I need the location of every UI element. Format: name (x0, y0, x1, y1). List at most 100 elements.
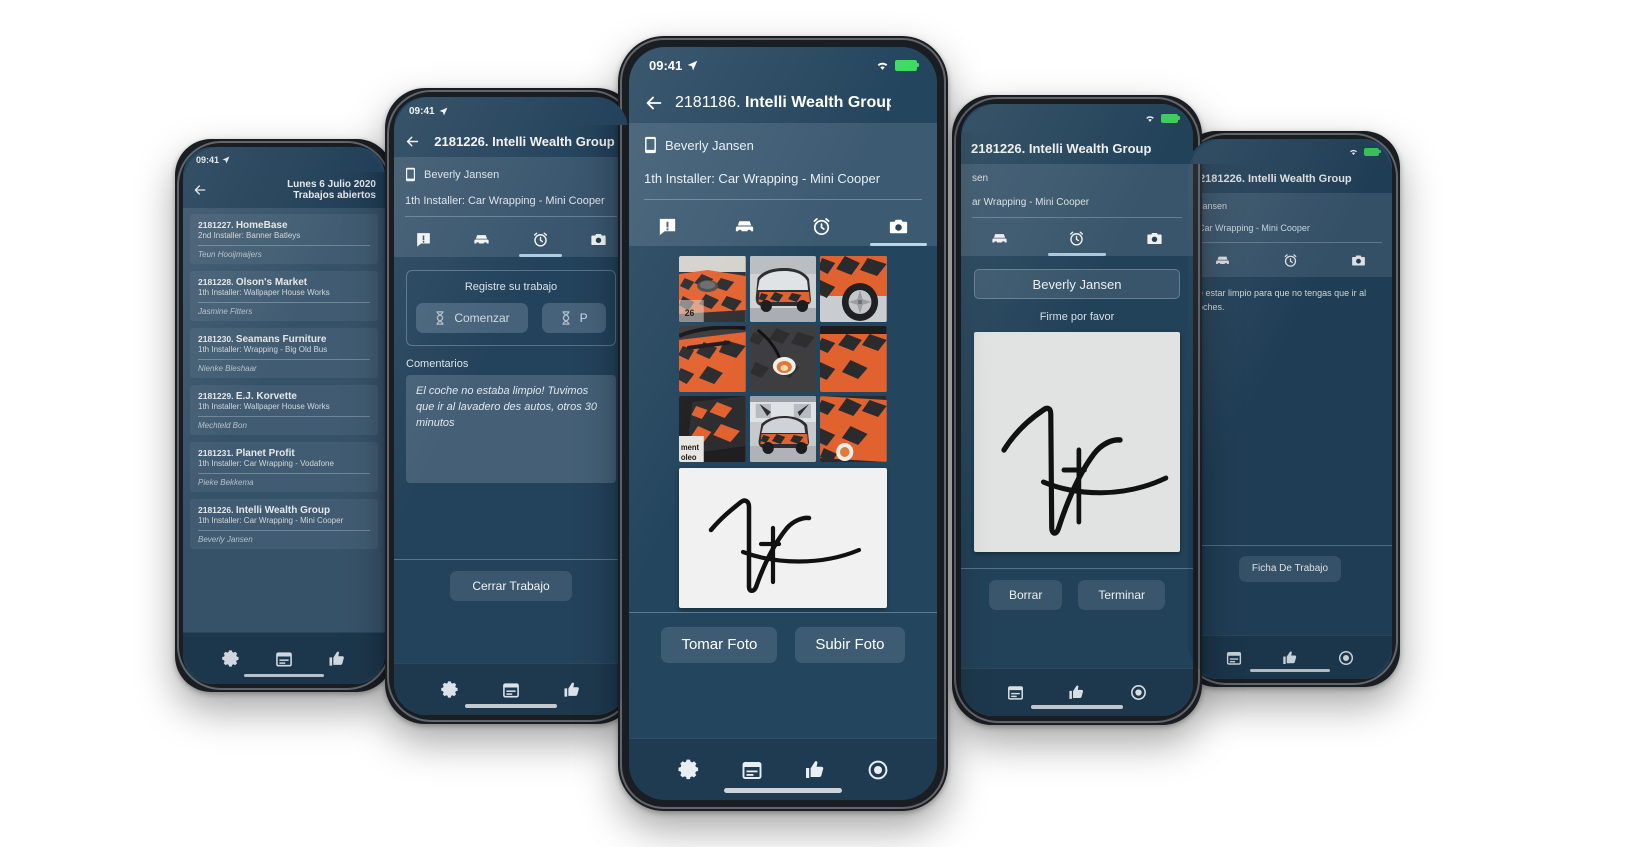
svg-text:26: 26 (685, 308, 695, 318)
tab-alarm[interactable] (1256, 246, 1324, 277)
comenzar-button[interactable]: Comenzar (416, 303, 528, 333)
tab-camera[interactable] (1324, 246, 1392, 277)
mobile-phone-icon (406, 167, 415, 182)
wifi-icon (877, 62, 888, 70)
status-time: 09:41 (196, 154, 220, 165)
gear-icon[interactable] (221, 649, 241, 669)
thumbs-up-icon[interactable] (1067, 683, 1086, 702)
record-circle-icon[interactable] (866, 758, 890, 782)
car-icon (735, 221, 754, 232)
timer-caption: Registre su trabajo (464, 281, 558, 293)
signature-pad[interactable] (974, 332, 1180, 552)
record-circle-icon[interactable] (1129, 683, 1148, 702)
photo-thumbnail[interactable] (820, 326, 887, 392)
svg-text:ment: ment (681, 443, 700, 452)
terminar-button[interactable]: Terminar (1078, 579, 1166, 610)
phone5-contact: Jansen (1198, 201, 1228, 211)
car-wrap-photo (820, 396, 887, 462)
camera-icon (1147, 232, 1162, 245)
comentarios-label: Comentarios (406, 358, 469, 370)
car-icon (992, 234, 1007, 243)
car-wrap-photo: ment oleo (679, 396, 746, 462)
camera-icon (591, 233, 606, 246)
message-alert-icon (416, 233, 430, 247)
photo-thumbnail[interactable]: ment oleo (679, 396, 746, 462)
hourglass-icon (436, 311, 444, 325)
job-list-item[interactable]: 2181230. Seamans Furniture 1th Installer… (190, 328, 378, 378)
tab-alarm[interactable] (511, 224, 570, 257)
photo-thumbnail[interactable] (820, 396, 887, 462)
phone5-note: e estar limpio para que no tengas que ir… (1198, 288, 1367, 312)
back-arrow-icon[interactable] (192, 182, 208, 198)
signature-stroke (1001, 405, 1169, 536)
photo-thumbnail[interactable] (749, 326, 817, 392)
tab-message-alert[interactable] (629, 209, 706, 246)
thumbs-up-icon[interactable] (562, 680, 582, 700)
thumbs-up-icon[interactable] (327, 649, 347, 669)
calendar-icon[interactable] (1225, 649, 1243, 667)
phone-5: 2181226. Intelli Wealth Group Jansen Car… (1180, 131, 1400, 687)
camera-icon (1351, 255, 1365, 266)
job-list-item[interactable]: 2181228. Olson's Market 1th Installer: W… (190, 271, 378, 321)
photo-thumbnail[interactable] (749, 396, 817, 462)
tab-camera[interactable] (1116, 223, 1193, 256)
calendar-icon[interactable] (740, 758, 764, 782)
record-circle-icon[interactable] (1337, 649, 1355, 667)
signature-stroke (708, 498, 862, 593)
signature-pad[interactable] (679, 468, 887, 608)
status-time: 09:41 (409, 105, 435, 117)
second-timer-button[interactable]: P (541, 303, 606, 333)
phone2-contact: Beverly Jansen (424, 168, 500, 181)
gear-icon[interactable] (677, 758, 701, 782)
thumbs-up-icon[interactable] (1281, 649, 1299, 667)
signer-name-field[interactable]: Beverly Jansen (974, 269, 1180, 299)
photo-thumbnail[interactable]: 26 (679, 256, 746, 322)
job-list-item[interactable]: 2181229. E.J. Korvette 1th Installer: Wa… (190, 385, 378, 435)
car-icon (474, 235, 489, 244)
location-arrow-icon (222, 156, 230, 163)
car-wrap-photo (749, 256, 817, 322)
subir-foto-button[interactable]: Subir Foto (795, 626, 905, 663)
tab-car[interactable] (453, 224, 512, 257)
phone2-installer: 1th Installer: Car Wrapping - Mini Coope… (405, 195, 605, 207)
status-time: 09:41 (649, 57, 683, 73)
borrar-button[interactable]: Borrar (988, 579, 1063, 610)
car-wrap-photo (820, 326, 887, 392)
tab-alarm[interactable] (1038, 223, 1115, 256)
photo-thumbnail[interactable] (679, 326, 746, 392)
tab-camera[interactable] (860, 209, 937, 246)
phone2-title: 2181226. Intelli Wealth Group (434, 133, 615, 149)
calendar-icon[interactable] (1006, 683, 1025, 702)
job-list-item[interactable]: 2181227. HomeBase 2nd Installer: Banner … (190, 214, 378, 264)
svg-text:oleo: oleo (681, 453, 697, 462)
location-arrow-icon (687, 60, 698, 70)
photo-thumbnail[interactable] (749, 256, 817, 322)
job-list-item[interactable]: 2181231. Planet Profit 1th Installer: Ca… (190, 442, 378, 492)
tab-car[interactable] (961, 223, 1038, 256)
ficha-de-trabajo-button[interactable]: Ficha De Trabajo (1238, 555, 1342, 582)
job-list-item[interactable]: 2181226. Intelli Wealth Group 1th Instal… (190, 499, 378, 549)
tab-car[interactable] (706, 209, 783, 246)
camera-icon (889, 219, 908, 234)
battery-icon (895, 59, 919, 71)
phone5-title: 2181226. Intelli Wealth Group (1199, 172, 1352, 185)
back-arrow-icon[interactable] (643, 92, 665, 114)
message-alert-icon (659, 218, 676, 236)
tab-alarm[interactable] (783, 209, 860, 246)
calendar-icon[interactable] (501, 680, 521, 700)
alarm-clock-icon (1284, 254, 1296, 267)
battery-icon (1364, 147, 1381, 156)
photo-thumbnail[interactable] (820, 256, 887, 322)
tomar-foto-button[interactable]: Tomar Foto (661, 626, 778, 663)
location-arrow-icon (439, 107, 448, 115)
alarm-clock-icon (533, 232, 547, 247)
comentarios-textarea[interactable]: El coche no estaba limpio! Tuvimos que i… (406, 375, 616, 483)
back-arrow-icon[interactable] (404, 133, 421, 150)
gear-icon[interactable] (440, 680, 460, 700)
cerrar-trabajo-button[interactable]: Cerrar Trabajo (450, 570, 572, 601)
car-wrap-photo (749, 396, 817, 462)
calendar-icon[interactable] (274, 649, 294, 669)
tab-message-alert[interactable] (394, 224, 453, 257)
phone-4: 2181226. Intelli Wealth Group sen ar Wra… (952, 95, 1202, 725)
thumbs-up-icon[interactable] (803, 758, 827, 782)
